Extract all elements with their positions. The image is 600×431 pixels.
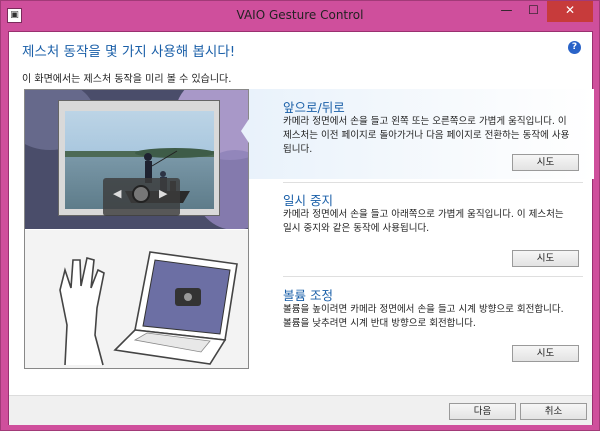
try-button-pause[interactable]: 시도: [512, 250, 579, 267]
gesture-card-back-forward: 앞으로/뒤로 카메라 정면에서 손을 들고 왼쪽 또는 오른쪽으로 가볍게 움직…: [241, 89, 594, 179]
minimize-button[interactable]: —: [493, 1, 520, 22]
gesture-description: 카메라 정면에서 손을 들고 아래쪽으로 가볍게 움직입니다. 이 제스처는 일…: [283, 209, 564, 234]
laptop-illustration: [25, 230, 248, 368]
dialog-footer: 다음 취소: [9, 395, 592, 425]
gesture-title: 일시 중지: [283, 193, 333, 208]
window-controls: — ☐ ✕: [493, 1, 593, 22]
page-subtitle: 이 화면에서는 제스처 동작을 미리 볼 수 있습니다.: [22, 74, 232, 85]
maximize-button[interactable]: ☐: [520, 1, 547, 22]
gesture-description: 볼륨을 높이려면 카메라 정면에서 손을 들고 시계 방향으로 회전합니다. 볼…: [283, 304, 564, 329]
try-button-back-forward[interactable]: 시도: [512, 154, 579, 171]
gesture-description: 카메라 정면에서 손을 들고 왼쪽 또는 오른쪽으로 가볍게 움직입니다. 이 …: [283, 116, 570, 155]
arrow-left-icon: ◀: [113, 187, 122, 200]
gesture-card-volume: 볼륨 조정 볼륨을 높이려면 카메라 정면에서 손을 들고 시계 방향으로 회전…: [249, 277, 594, 367]
close-button[interactable]: ✕: [547, 1, 593, 22]
gesture-card-pause: 일시 중지 카메라 정면에서 손을 들고 아래쪽으로 가볍게 움직입니다. 이 …: [249, 182, 594, 272]
title-bar[interactable]: ▣ VAIO Gesture Control — ☐ ✕: [1, 1, 599, 31]
page-title: 제스처 동작을 몇 가지 사용해 봅시다!: [22, 44, 236, 60]
help-icon[interactable]: ?: [568, 41, 581, 54]
cancel-button[interactable]: 취소: [520, 403, 587, 420]
hand-cursor-icon: [132, 185, 150, 203]
arrow-right-icon: ▶: [159, 187, 168, 200]
gesture-overlay: ◀ ▶: [103, 178, 180, 216]
app-window: ▣ VAIO Gesture Control — ☐ ✕ 제스처 동작을 몇 가…: [0, 0, 600, 431]
dialog-content: 제스처 동작을 몇 가지 사용해 봅시다! ? 이 화면에서는 제스처 동작을 …: [8, 31, 594, 425]
gesture-title: 볼륨 조정: [283, 288, 333, 303]
next-button[interactable]: 다음: [449, 403, 516, 420]
gesture-preview-panel: ◀ ▶: [24, 89, 249, 369]
try-button-volume[interactable]: 시도: [512, 345, 579, 362]
gesture-title: 앞으로/뒤로: [283, 100, 345, 115]
desktop-preview: ◀ ▶: [25, 90, 248, 229]
